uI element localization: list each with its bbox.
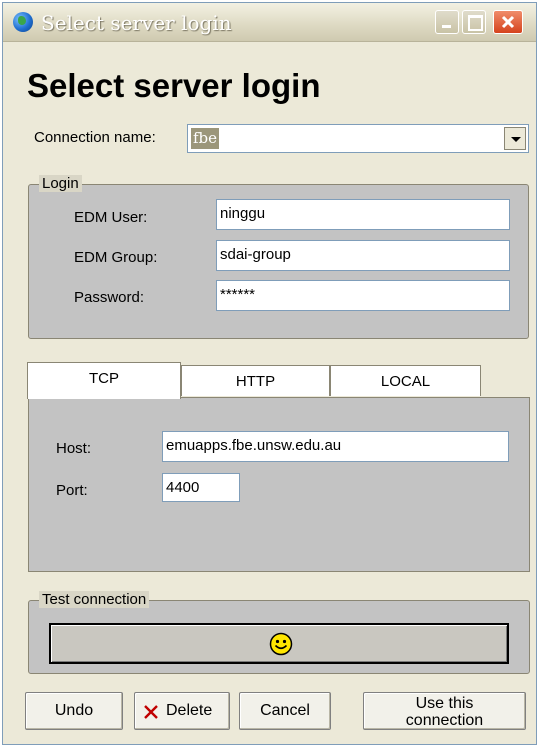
tab-tcp[interactable]: TCP (27, 362, 181, 399)
test-connection-groupbox: Test connection (28, 591, 530, 674)
tcp-tab-panel: Host: emuapps.fbe.unsw.edu.au Port: 4400 (28, 397, 530, 572)
login-groupbox: Login EDM User: ninggu EDM Group: sdai-g… (28, 175, 529, 339)
tab-local[interactable]: LOCAL (330, 365, 481, 396)
title-bar[interactable]: Select server login (3, 3, 536, 42)
select-server-login-window: Select server login Select server login … (2, 2, 537, 745)
port-label: Port: (56, 482, 88, 499)
edm-group-field[interactable]: sdai-group (216, 240, 510, 271)
use-button-line1: Use this (415, 695, 474, 712)
test-connection-legend: Test connection (39, 591, 150, 608)
cancel-button[interactable]: Cancel (239, 692, 331, 730)
host-label: Host: (56, 440, 92, 457)
undo-button[interactable]: Undo (25, 692, 123, 730)
delete-button-label: Delete (166, 702, 213, 719)
minimize-button[interactable] (435, 10, 459, 34)
port-field[interactable]: 4400 (162, 473, 240, 502)
page-heading: Select server login (27, 67, 321, 104)
edm-user-label: EDM User: (74, 209, 148, 226)
delete-x-icon (144, 705, 158, 719)
use-this-connection-button[interactable]: Use this connection (363, 692, 526, 730)
globe-icon (13, 12, 33, 32)
tab-http[interactable]: HTTP (181, 365, 330, 396)
smiley-icon (269, 632, 293, 656)
test-connection-button[interactable] (49, 623, 509, 664)
close-button[interactable] (493, 10, 523, 34)
connection-name-value: fbe (191, 128, 220, 149)
delete-button[interactable]: Delete (134, 692, 230, 730)
connection-name-label: Connection name: (34, 129, 156, 146)
maximize-button[interactable] (462, 10, 486, 34)
password-field[interactable]: ****** (216, 280, 510, 311)
password-label: Password: (74, 289, 145, 306)
login-legend: Login (39, 175, 82, 192)
edm-user-field[interactable]: ninggu (216, 199, 510, 230)
window-title: Select server login (41, 11, 232, 35)
close-icon (501, 15, 515, 29)
edm-group-label: EDM Group: (74, 249, 158, 266)
host-field[interactable]: emuapps.fbe.unsw.edu.au (162, 431, 509, 462)
chevron-down-icon[interactable] (504, 127, 526, 150)
use-button-line2: connection (405, 712, 484, 729)
connection-name-select[interactable]: fbe (187, 124, 529, 153)
